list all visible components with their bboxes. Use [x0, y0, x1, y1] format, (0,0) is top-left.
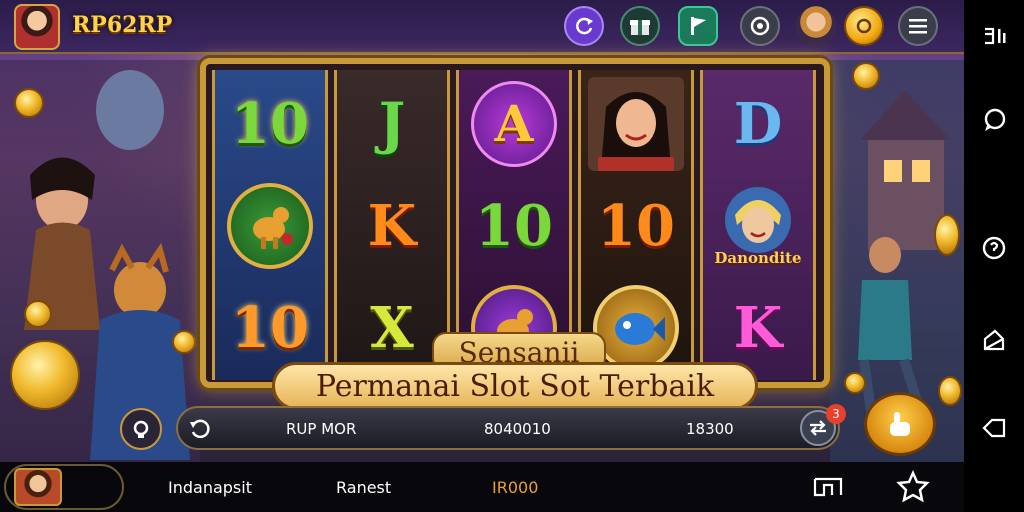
- coin-decoration: [934, 214, 960, 256]
- back-icon: [982, 418, 1006, 438]
- reel-symbol: 10: [231, 91, 309, 157]
- flag-button[interactable]: [678, 6, 718, 46]
- title-banner: Sensanii Permanai Slot Sot Terbaik: [272, 332, 758, 410]
- bottom-avatar[interactable]: [14, 468, 62, 506]
- refresh-icon: [576, 17, 593, 35]
- coin-icon: [856, 18, 872, 34]
- nav-chat[interactable]: [978, 104, 1010, 136]
- coin-decoration: [852, 62, 880, 90]
- reel-symbol: J: [378, 91, 406, 157]
- system-nav-bar: [964, 0, 1024, 512]
- coin-decoration: [172, 330, 196, 354]
- bottom-item-1[interactable]: Indanapsit: [168, 478, 252, 497]
- camel-icon: [253, 207, 293, 249]
- bottom-item-2[interactable]: Ranest: [336, 478, 391, 497]
- undo-icon[interactable]: [188, 418, 210, 440]
- menu-button[interactable]: [898, 6, 938, 46]
- banner-title: Permanai Slot Sot Terbaik: [272, 362, 758, 410]
- bottom-item-3[interactable]: IR000: [492, 478, 538, 497]
- woman-portrait: [581, 74, 691, 174]
- brand-name: RP62RP: [72, 12, 173, 38]
- woman-portrait-icon: [588, 77, 684, 171]
- reel-symbol: 10: [597, 193, 675, 259]
- profile-avatar[interactable]: [796, 6, 836, 46]
- spin-button[interactable]: [864, 392, 936, 456]
- settings-button[interactable]: [120, 408, 162, 450]
- control-bar: RUP MOR 8040010 18300: [176, 406, 840, 450]
- coin-decoration: [24, 300, 52, 328]
- nav-rotate[interactable]: [978, 324, 1010, 356]
- swap-icon: [810, 420, 826, 436]
- rotate-icon: [983, 329, 1005, 351]
- coin-button[interactable]: [844, 6, 884, 46]
- recents-icon: [985, 27, 1006, 45]
- reel-symbol: D: [733, 91, 783, 157]
- nav-help[interactable]: [978, 232, 1010, 264]
- settings-icon: [133, 420, 149, 438]
- help-icon: [982, 236, 1006, 260]
- gift-button[interactable]: [620, 6, 660, 46]
- star-icon[interactable]: [896, 470, 930, 504]
- game-area: RP62RP 10 10 J K X A 10 10 D Danondite K…: [0, 0, 964, 462]
- nav-back[interactable]: [978, 412, 1010, 444]
- hand-icon: [890, 412, 910, 436]
- gallery-icon[interactable]: [812, 476, 844, 498]
- win-value: 18300: [686, 420, 734, 438]
- notification-badge: 3: [826, 404, 846, 424]
- reel-symbol: A: [459, 74, 569, 174]
- coin-decoration: [938, 376, 962, 406]
- flag-icon: [691, 17, 706, 35]
- menu-icon: [909, 19, 927, 34]
- blonde-character-icon: [725, 187, 791, 253]
- record-icon: [750, 16, 770, 36]
- balance-value: 8040010: [484, 420, 551, 438]
- bet-label: RUP MOR: [286, 420, 357, 438]
- coin-decoration: [10, 340, 80, 410]
- reel-symbol: K: [367, 193, 417, 259]
- refresh-button[interactable]: [564, 6, 604, 46]
- bottom-bar: Indanapsit Ranest IR000: [0, 462, 964, 512]
- coin-decoration: [844, 372, 866, 394]
- nav-recents[interactable]: [978, 20, 1010, 52]
- gift-icon: [630, 20, 650, 35]
- record-button[interactable]: [740, 6, 780, 46]
- reel-symbol: 10: [475, 193, 553, 259]
- camel-symbol: [215, 176, 325, 276]
- character-symbol: Danondite: [703, 176, 813, 276]
- brand-logo[interactable]: [14, 4, 60, 50]
- coin-decoration: [14, 88, 44, 118]
- chat-icon: [984, 108, 1006, 131]
- top-bar: RP62RP: [0, 0, 964, 54]
